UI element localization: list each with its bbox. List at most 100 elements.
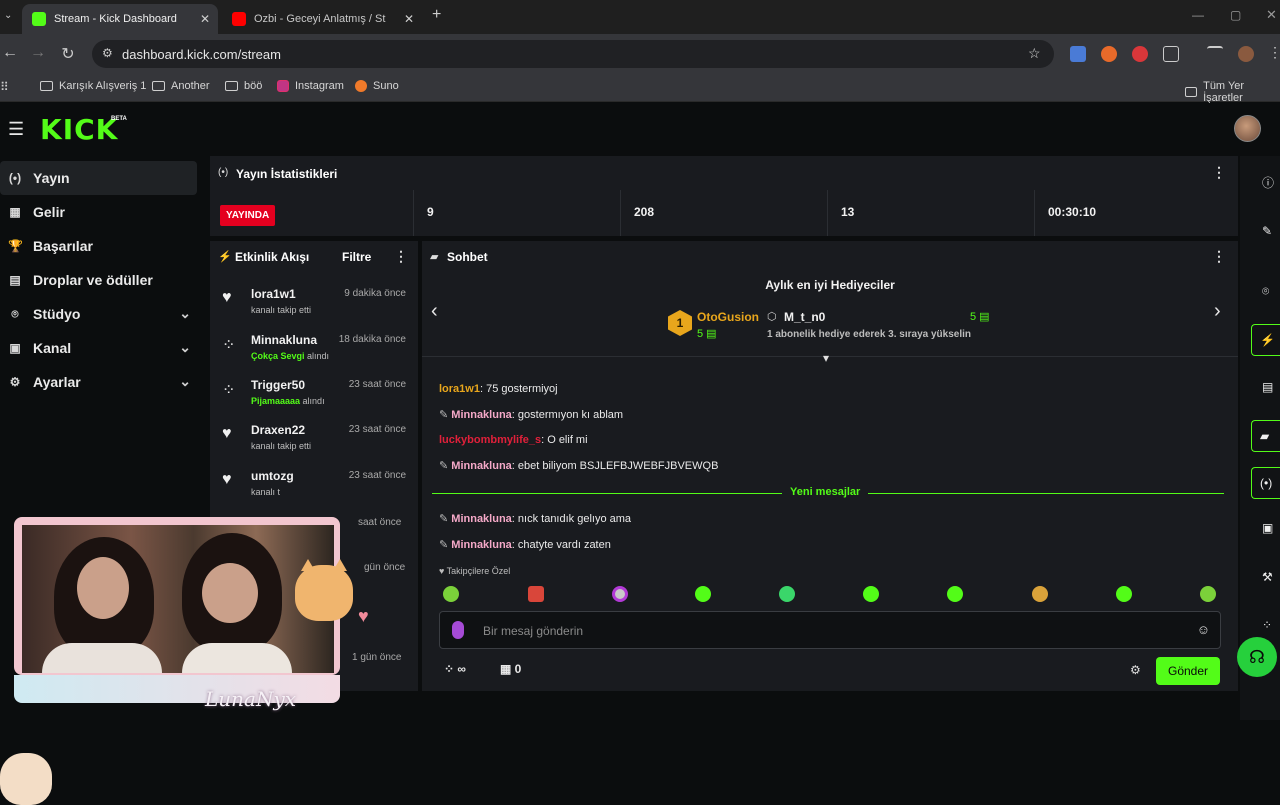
minimize-icon[interactable]: — xyxy=(1192,8,1204,22)
menu-icon[interactable]: ⋮ xyxy=(1268,44,1280,61)
bookmark-folder[interactable]: Another xyxy=(152,80,210,92)
extension-icon[interactable] xyxy=(1101,46,1117,62)
lightning-button[interactable]: ⚡ xyxy=(1251,324,1280,356)
back-icon[interactable]: ← xyxy=(0,44,20,62)
wrench-icon[interactable]: ⚒ xyxy=(1262,570,1273,584)
kick-logo[interactable]: KICK xyxy=(40,113,118,146)
send-button[interactable]: Gönder xyxy=(1156,657,1220,685)
forward-icon[interactable]: → xyxy=(28,44,48,62)
more-options-icon[interactable]: ⋮ xyxy=(1212,164,1226,181)
event-user[interactable]: Minnakluna xyxy=(251,333,317,347)
close-tab-icon[interactable]: ✕ xyxy=(200,12,210,26)
chat-button[interactable]: ▰ xyxy=(1251,420,1280,452)
gifter-name[interactable]: OtoGusion xyxy=(697,310,759,324)
layout-icon[interactable]: ▣ xyxy=(1262,521,1273,535)
tab-list-icon[interactable]: ⌄ xyxy=(4,10,12,21)
user-avatar[interactable] xyxy=(1234,115,1261,142)
event-user[interactable]: umtozg xyxy=(251,469,294,483)
emote-icon[interactable] xyxy=(443,586,459,602)
chevron-down-icon[interactable]: ⌄ xyxy=(179,373,191,390)
sidebar-item-kanal[interactable]: ▣ Kanal ⌄ xyxy=(0,331,205,365)
extensions-puzzle-icon[interactable] xyxy=(1163,46,1179,62)
chat-input[interactable]: Bir mesaj gönderin ☺ xyxy=(439,611,1221,649)
close-tab-icon[interactable]: ✕ xyxy=(404,12,414,26)
sidebar-item-ayarlar[interactable]: ⚙ Ayarlar ⌄ xyxy=(0,365,205,399)
microphone-icon[interactable] xyxy=(452,621,464,639)
emote-icon[interactable] xyxy=(779,586,795,602)
gifter-name[interactable]: M_t_n0 xyxy=(784,310,825,324)
emote-icon[interactable] xyxy=(1032,586,1048,602)
filter-button[interactable]: Filtre xyxy=(342,250,371,264)
document-icon[interactable]: ▤ xyxy=(1262,380,1273,394)
bookmark-instagram[interactable]: Instagram xyxy=(277,80,344,92)
emote-icon[interactable] xyxy=(863,586,879,602)
emote-icon[interactable] xyxy=(1116,586,1132,602)
emote-icon[interactable] xyxy=(695,586,711,602)
store-button[interactable]: ▦ 0 xyxy=(500,662,521,676)
profile-avatar[interactable] xyxy=(1238,46,1254,62)
chevron-down-icon[interactable]: ⌄ xyxy=(179,305,191,322)
heart-icon: ♥ xyxy=(222,425,232,442)
camera-icon[interactable]: ⌾ xyxy=(1262,284,1269,299)
broadcast-button[interactable]: (•) xyxy=(1251,467,1280,499)
emote-icon[interactable] xyxy=(528,586,544,602)
all-bookmarks[interactable]: Tüm Yer İşaretler xyxy=(1185,80,1280,104)
extension-icon[interactable] xyxy=(1132,46,1148,62)
chat-username[interactable]: luckybombmylife_s xyxy=(439,434,541,446)
sidebar-item-gelir[interactable]: ▦ Gelir xyxy=(0,195,205,229)
help-headset-icon[interactable]: ☊ xyxy=(1237,637,1277,677)
emote-icon[interactable] xyxy=(1200,586,1216,602)
event-user[interactable]: lora1w1 xyxy=(251,287,296,301)
sidebar-item-droplar[interactable]: ▤ Droplar ve ödüller xyxy=(0,263,205,297)
chat-username[interactable]: Minnakluna xyxy=(451,409,512,421)
event-user[interactable]: Trigger50 xyxy=(251,378,305,392)
chat-text: : chatyte vardı zaten xyxy=(511,539,611,551)
divider xyxy=(413,190,414,236)
chevron-left-icon[interactable]: ‹ xyxy=(431,300,438,323)
chat-username[interactable]: lora1w1 xyxy=(439,383,480,395)
reload-icon[interactable]: ↻ xyxy=(58,44,78,64)
emote-icon[interactable] xyxy=(612,586,628,602)
chevron-right-icon[interactable]: › xyxy=(1214,300,1221,323)
tab-youtube[interactable]: Ozbi - Geceyi Anlatmış / St ✕ xyxy=(222,4,422,34)
chat-username[interactable]: Minnakluna xyxy=(451,513,512,525)
chat-settings-icon[interactable]: ⚙ xyxy=(1130,663,1141,677)
maximize-icon[interactable]: ▢ xyxy=(1230,8,1241,22)
translate-extension-icon[interactable] xyxy=(1070,46,1086,62)
media-control-icon[interactable] xyxy=(1207,46,1223,62)
chevron-down-icon[interactable]: ⌄ xyxy=(179,339,191,356)
emoji-icon[interactable]: ☺ xyxy=(1197,622,1210,637)
bookmark-folder[interactable]: Karışık Alışveriş 1 xyxy=(40,80,146,92)
emote-icon[interactable] xyxy=(947,586,963,602)
info-icon[interactable]: ⓘ xyxy=(1262,174,1274,191)
live-badge: YAYINDA xyxy=(220,205,276,226)
hamburger-menu-icon[interactable]: ☰ xyxy=(8,119,24,140)
bookmark-folder[interactable]: böö xyxy=(225,80,262,92)
sidebar-item-yayin[interactable]: (•) Yayın xyxy=(0,161,197,195)
cat-sticker xyxy=(295,559,353,621)
address-bar[interactable]: ⚙ dashboard.kick.com/stream ☆ xyxy=(92,40,1054,68)
edit-icon[interactable]: ✎ xyxy=(1262,224,1272,238)
event-item: ♥ Draxen22 23 saat önce kanalı takip ett… xyxy=(220,419,410,463)
bookmark-star-icon[interactable]: ☆ xyxy=(1028,45,1041,62)
close-window-icon[interactable]: ✕ xyxy=(1266,7,1277,23)
channel-points[interactable]: ⁘ ∞ xyxy=(444,662,466,676)
new-tab-icon[interactable]: + xyxy=(432,6,441,24)
sidebar-item-label: Ayarlar xyxy=(33,374,81,390)
event-desc: kanalı takip etti xyxy=(251,441,312,451)
points-icon: ⁘ xyxy=(444,662,458,676)
chat-username[interactable]: Minnakluna xyxy=(451,460,512,472)
scroll-down-icon[interactable]: ▾ xyxy=(823,351,829,365)
sidebar-item-basarilar[interactable]: 🏆 Başarılar xyxy=(0,229,205,263)
event-user[interactable]: Draxen22 xyxy=(251,423,305,437)
bookmark-suno[interactable]: Suno xyxy=(355,80,399,92)
sidebar-item-studyo[interactable]: ⌾ Stüdyo ⌄ xyxy=(0,297,205,331)
tab-kick-dashboard[interactable]: Stream - Kick Dashboard ✕ xyxy=(22,4,218,34)
chat-username[interactable]: Minnakluna xyxy=(451,539,512,551)
site-info-icon[interactable]: ⚙ xyxy=(102,46,113,60)
more-options-icon[interactable]: ⋮ xyxy=(394,248,408,265)
event-desc: kanalı takip etti xyxy=(251,305,312,315)
more-options-icon[interactable]: ⋮ xyxy=(1212,248,1226,265)
points-icon[interactable]: ⁘ xyxy=(1262,618,1272,632)
apps-icon[interactable]: ⠿ xyxy=(0,80,9,94)
